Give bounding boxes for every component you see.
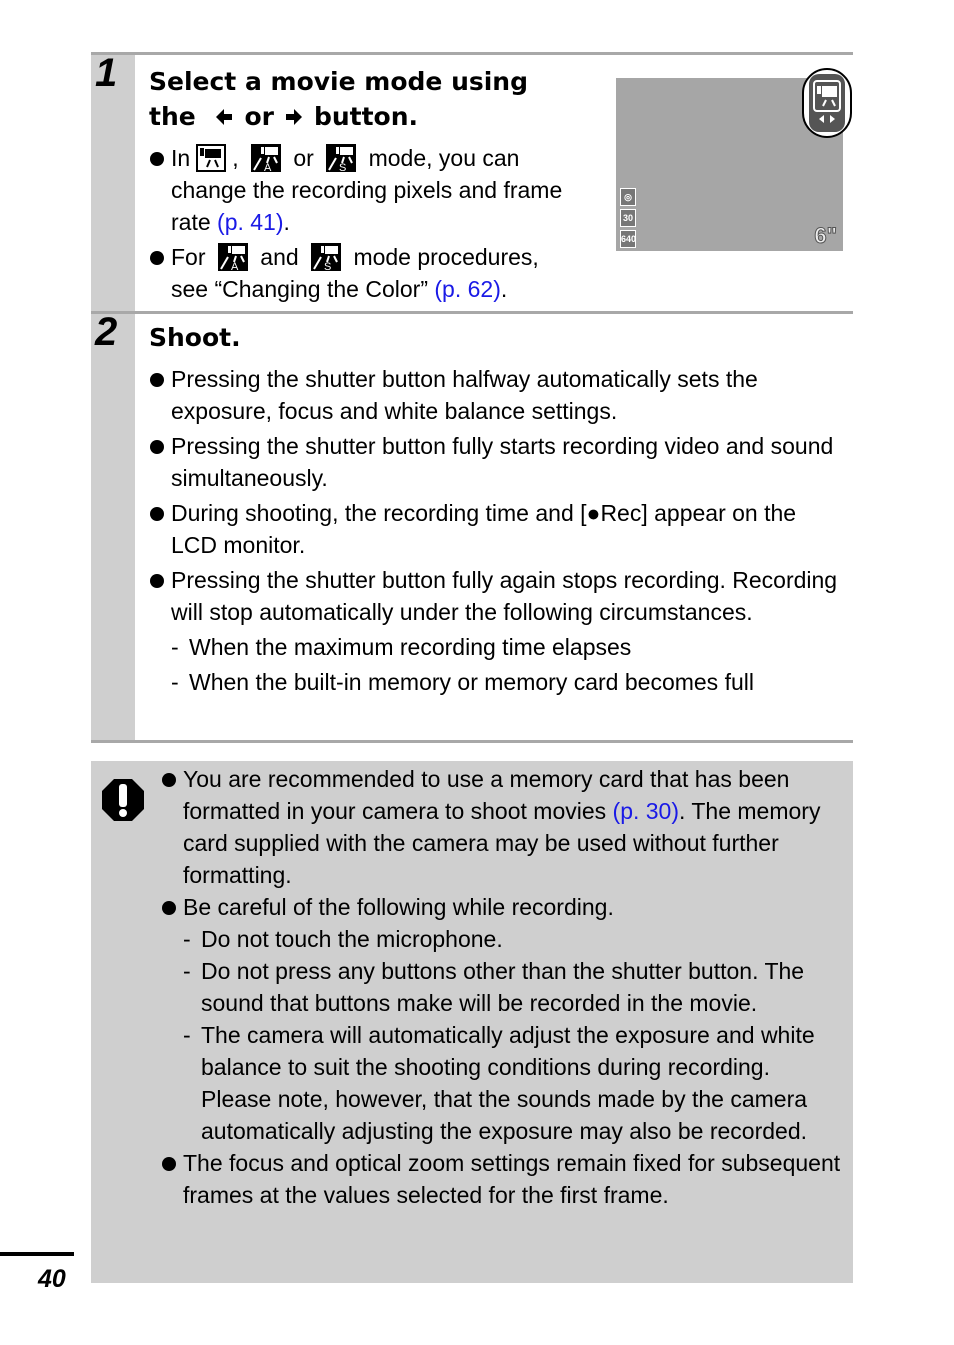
list-item: During shooting, the recording time and … [149, 497, 839, 561]
text: For [171, 244, 206, 270]
sub-list-item: - When the maximum recording time elapses [171, 634, 632, 660]
list-item: For A and S mode procedures, see “Changi… [149, 241, 579, 305]
sub-list-item: - Do not touch the microphone. [183, 926, 503, 952]
standard-movie-mode-icon [196, 144, 227, 172]
color-swap-movie-icon: S [311, 243, 342, 271]
text: During shooting, the recording time and … [171, 500, 587, 526]
frame-rate-indicator: 30 [620, 209, 636, 227]
title-the: the [149, 102, 196, 131]
text: Do not press any buttons other than the … [201, 958, 805, 1016]
step-gutter: 2 [91, 310, 135, 740]
text: . [500, 276, 508, 302]
list-item: Pressing the shutter button fully again … [149, 564, 839, 628]
text: and [260, 244, 299, 270]
step2-bullets: Pressing the shutter button halfway auto… [149, 363, 839, 698]
color-accent-movie-icon: A [250, 144, 281, 172]
svg-text:S: S [339, 162, 346, 172]
right-arrow-icon [285, 109, 302, 125]
lcd-screen-illustration: ◎ 30 640 6" [616, 68, 852, 251]
page-link[interactable]: (p. 62) [434, 276, 500, 302]
footer-rule [0, 1252, 74, 1256]
svg-text:A: A [231, 261, 239, 271]
mode-indicator [809, 74, 845, 132]
step-number: 2 [95, 310, 118, 354]
metering-icon: ◎ [620, 188, 636, 206]
page-number: 40 [38, 1265, 66, 1293]
sub-list-item: - The camera will automatically adjust th… [183, 1022, 815, 1144]
sub-list-item: - Do not press any buttons other than the… [183, 958, 805, 1016]
step-title: Shoot. [149, 323, 241, 352]
text: When the maximum recording time elapses [189, 634, 632, 660]
text: When the built-in memory or memory card … [189, 669, 754, 695]
list-item: You are recommended to use a memory card… [161, 763, 841, 891]
color-accent-movie-icon: A [217, 243, 248, 271]
list-item: Pressing the shutter button halfway auto… [149, 363, 839, 427]
caution-box: You are recommended to use a memory card… [91, 761, 853, 1283]
resolution-indicator: 640 [620, 230, 636, 248]
svg-text:A: A [264, 162, 272, 172]
page-link[interactable]: (p. 41) [217, 209, 283, 235]
caution-icon [102, 779, 144, 821]
page-link[interactable]: (p. 30) [613, 798, 679, 824]
title-line-2: the or button. [149, 99, 528, 134]
rec-dot-icon: ● [586, 500, 601, 526]
step-number: 1 [95, 51, 118, 95]
step-title: Select a movie mode using the or button. [149, 64, 528, 134]
title-button: button. [313, 102, 419, 131]
title-line-1: Select a movie mode using [149, 67, 529, 96]
svg-text:S: S [324, 261, 331, 271]
color-swap-movie-icon: S [326, 144, 357, 172]
text: In [171, 145, 191, 171]
list-item: In, A or S mode, you can change the reco… [149, 142, 579, 238]
list-item: Be careful of the following while record… [161, 891, 841, 923]
movie-mode-icon [813, 80, 841, 123]
text: or [293, 145, 314, 171]
step1-bullets: In, A or S mode, you can change the reco… [149, 142, 579, 308]
text: . [283, 209, 290, 235]
text: , [232, 145, 239, 171]
caution-bullets: You are recommended to use a memory card… [161, 763, 841, 1211]
text: Do not touch the microphone. [201, 926, 503, 952]
title-or: or [244, 102, 274, 131]
remaining-time: 6" [814, 223, 838, 249]
text: The camera will automatically adjust the… [201, 1022, 815, 1144]
step-gutter: 1 [91, 51, 135, 313]
sub-list-item: - When the built-in memory or memory card… [171, 669, 754, 695]
list-item: The focus and optical zoom settings rema… [161, 1147, 841, 1211]
list-item: Pressing the shutter button fully starts… [149, 430, 839, 494]
mode-indicator-highlight [802, 68, 852, 138]
step-2: 2 Shoot. Pressing the shutter button hal… [91, 310, 853, 743]
left-arrow-icon [216, 109, 233, 125]
